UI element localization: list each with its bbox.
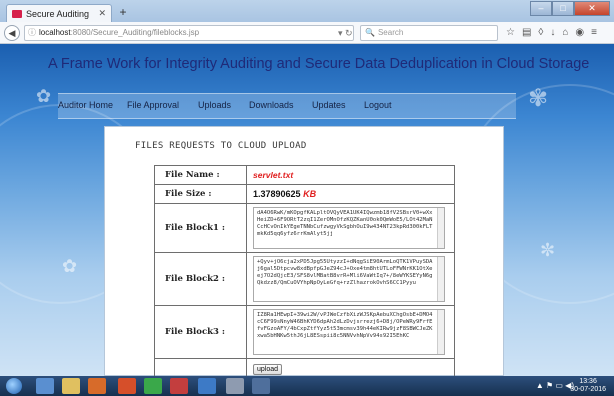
empty-cell: [154, 358, 247, 376]
flower-decoration-icon: ✿: [36, 86, 52, 106]
file-name-cell: servlet.txt: [246, 165, 455, 185]
app-icon[interactable]: [198, 378, 216, 394]
file-block2-textarea[interactable]: +Qyv+jO6cja2xPD5Jpg55UtyzzI+dNqgSiE90Arm…: [253, 256, 445, 302]
flower-decoration-icon: ✾: [528, 85, 549, 112]
download-icon[interactable]: ↓: [550, 25, 555, 41]
browser-tab-bar: Secure Auditing ✕ + – □ ✕: [0, 0, 614, 22]
upload-cell: upload: [246, 358, 455, 376]
file-size-number: 1.37890625: [253, 189, 301, 199]
file-name-label: File Name :: [154, 165, 247, 185]
pocket-icon[interactable]: ◊: [538, 25, 543, 41]
window-controls: – □ ✕: [530, 1, 610, 16]
file-block1-label: File Block1 :: [154, 203, 247, 253]
scrollbar[interactable]: [437, 310, 444, 354]
main-menu: Auditor Home File Approval Uploads Downl…: [58, 93, 516, 119]
file-block1-text: dA4O6RwK/mKOpgfKALpltOVQyVEA1UK4IQwzmb18…: [257, 210, 433, 237]
table-row: File Name : servlet.txt: [154, 165, 455, 185]
file-block3-cell: IZ8Ra1HEwpI+39wi2W/vPJWeCzfbXizWJSKpAebu…: [246, 305, 455, 359]
menu-updates[interactable]: Updates: [312, 100, 346, 110]
system-tray-icons[interactable]: ▲ ⚑ ▭ ◀): [536, 381, 574, 390]
search-input[interactable]: 🔍 Search: [360, 25, 498, 41]
start-button-icon[interactable]: [6, 378, 22, 394]
firefox-icon[interactable]: [118, 378, 136, 394]
file-block3-textarea[interactable]: IZ8Ra1HEwpI+39wi2W/vPJWeCzfbXizWJSKpAebu…: [253, 309, 445, 355]
menu-downloads[interactable]: Downloads: [249, 100, 294, 110]
browser-tab[interactable]: Secure Auditing ✕: [6, 4, 112, 22]
reading-list-icon[interactable]: ▤: [522, 25, 531, 41]
windows-taskbar: ▲ ⚑ ▭ ◀) 13:36 30-07-2016: [0, 376, 614, 396]
upload-button[interactable]: upload: [253, 363, 283, 375]
file-details-table: File Name : servlet.txt File Size : 1.37…: [154, 165, 455, 376]
back-icon[interactable]: ◀: [4, 25, 20, 41]
app-icon[interactable]: [252, 378, 270, 394]
bookmark-star-icon[interactable]: ☆: [506, 25, 515, 41]
section-title: FILES REQUESTS TO CLOUD UPLOAD: [135, 141, 307, 151]
file-block3-text: IZ8Ra1HEwpI+39wi2W/vPJWeCzfbXizWJSKpAebu…: [257, 312, 433, 339]
clock-date: 30-07-2016: [570, 386, 606, 393]
close-tab-icon[interactable]: ✕: [98, 8, 106, 19]
app-icon[interactable]: [170, 378, 188, 394]
browser-nav-bar: ◀ ⓘ localhost:8080/Secure_Auditing/fileb…: [0, 22, 614, 44]
file-size-cell: 1.37890625 KB: [246, 184, 455, 204]
menu-uploads[interactable]: Uploads: [198, 100, 231, 110]
file-size-label: File Size :: [154, 184, 247, 204]
file-name-value: servlet.txt: [253, 170, 294, 180]
search-placeholder: Search: [377, 28, 404, 37]
flower-decoration-icon: ✼: [540, 240, 556, 260]
window-close-icon[interactable]: ✕: [574, 1, 610, 16]
maximize-icon[interactable]: □: [552, 1, 574, 16]
url-path: :8080/Secure_Auditing/fileblocks.jsp: [70, 28, 200, 37]
page-background: ✿ ✾ ✿ ✼ A Frame Work for Integrity Audit…: [0, 44, 614, 376]
url-bar[interactable]: ⓘ localhost:8080/Secure_Auditing/fileblo…: [24, 25, 354, 41]
new-tab-icon[interactable]: +: [116, 5, 130, 19]
search-icon: 🔍: [365, 28, 375, 37]
page-title: A Frame Work for Integrity Auditing and …: [48, 56, 590, 72]
extension-icon[interactable]: ◉: [575, 25, 584, 41]
url-host: localhost: [39, 28, 71, 37]
table-row: File Block2 : +Qyv+jO6cja2xPD5Jpg55Utyzz…: [154, 252, 455, 306]
scrollbar[interactable]: [437, 208, 444, 248]
menu-icon[interactable]: ≡: [591, 25, 597, 41]
menu-logout[interactable]: Logout: [364, 100, 392, 110]
app-icon[interactable]: [226, 378, 244, 394]
toolbar-icons: ☆ ▤ ◊ ↓ ⌂ ◉ ≡: [506, 25, 597, 41]
file-block1-cell: dA4O6RwK/mKOpgfKALpltOVQyVEA1UK4IQwzmb18…: [246, 203, 455, 253]
menu-auditor-home[interactable]: Auditor Home: [58, 100, 113, 110]
clock-time: 13:36: [579, 378, 597, 385]
folder-icon[interactable]: [62, 378, 80, 394]
content-panel: FILES REQUESTS TO CLOUD UPLOAD File Name…: [104, 126, 504, 376]
home-icon[interactable]: ⌂: [562, 25, 568, 41]
table-row: File Block3 : IZ8Ra1HEwpI+39wi2W/vPJWeCz…: [154, 305, 455, 359]
media-player-icon[interactable]: [88, 378, 106, 394]
file-block2-text: +Qyv+jO6cja2xPD5Jpg55UtyzzI+dNqgSiE90Arm…: [257, 259, 433, 286]
table-row: upload: [154, 358, 455, 376]
favicon-icon: [12, 9, 22, 18]
internet-explorer-icon[interactable]: [36, 378, 54, 394]
tab-title: Secure Auditing: [26, 8, 90, 19]
file-block2-cell: +Qyv+jO6cja2xPD5Jpg55UtyzzI+dNqgSiE90Arm…: [246, 252, 455, 306]
table-row: File Size : 1.37890625 KB: [154, 184, 455, 204]
file-block1-textarea[interactable]: dA4O6RwK/mKOpgfKALpltOVQyVEA1UK4IQwzmb18…: [253, 207, 445, 249]
menu-file-approval[interactable]: File Approval: [127, 100, 179, 110]
file-size-unit: KB: [303, 189, 317, 199]
app-icon[interactable]: [144, 378, 162, 394]
file-block3-label: File Block3 :: [154, 305, 247, 359]
flower-decoration-icon: ✿: [62, 256, 78, 276]
taskbar-clock[interactable]: 13:36 30-07-2016: [570, 378, 606, 394]
table-row: File Block1 : dA4O6RwK/mKOpgfKALpltOVQyV…: [154, 203, 455, 253]
scrollbar[interactable]: [437, 257, 444, 301]
site-info-icon[interactable]: ⓘ: [28, 26, 36, 40]
minimize-icon[interactable]: –: [530, 1, 552, 16]
file-block2-label: File Block2 :: [154, 252, 247, 306]
file-size-value: 1.37890625 KB: [253, 189, 316, 199]
reload-icon[interactable]: ▾ ↻: [338, 25, 353, 41]
